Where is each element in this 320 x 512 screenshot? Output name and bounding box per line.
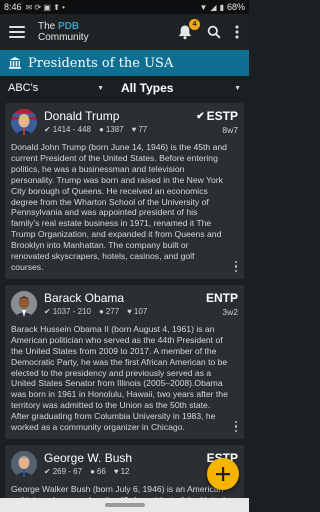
profile-card[interactable]: Donald Trump ✔ 1414 - 448 ● 1387 ♥ 77 ✔ ESTP… — [5, 103, 244, 279]
verified-check-icon: ✔ — [196, 110, 205, 122]
brand-pdb: PDB — [58, 21, 80, 32]
heart-icon: ♥ — [131, 125, 137, 134]
capitol-icon — [9, 57, 21, 69]
profile-name: Donald Trump — [44, 109, 120, 123]
enneagram-type: 8w7 — [222, 125, 238, 135]
personality-type: ESTP — [206, 109, 238, 123]
menu-icon[interactable] — [6, 21, 28, 43]
heart-icon: ♥ — [113, 466, 119, 476]
type-value: All Types — [121, 81, 174, 95]
profile-list: Donald Trump ✔ 1414 - 448 ● 1387 ♥ 77 ✔ ESTP… — [0, 103, 249, 512]
comment-count: 1387 — [105, 125, 124, 134]
profile-bio: Donald John Trump (born June 14, 1946) i… — [11, 142, 227, 272]
profile-bio: Barack Hussein Obama II (born August 4, … — [11, 323, 228, 433]
system-nav-bar — [0, 498, 249, 512]
page-title: Presidents of the USA — [28, 55, 174, 71]
comment-icon: ● — [98, 125, 104, 134]
search-icon[interactable] — [207, 25, 221, 39]
card-menu-icon[interactable] — [232, 260, 240, 273]
signal-icon: ◢ — [210, 2, 217, 12]
check-icon: ✔ — [44, 125, 51, 134]
comment-icon: ● — [98, 306, 104, 316]
comment-count: 66 — [96, 466, 106, 476]
brand-community: Community — [38, 32, 89, 43]
add-button[interactable] — [207, 458, 239, 490]
overflow-menu-icon[interactable] — [235, 25, 239, 39]
app-bar: The PDB Community 4 — [0, 14, 249, 50]
battery-percent: 68% — [226, 2, 245, 12]
notifications-button[interactable]: 4 — [177, 19, 200, 40]
notification-icons: ✉ ⟳ ▣ ⬆ • — [25, 2, 65, 12]
home-gesture-bar[interactable] — [104, 503, 145, 507]
brand-prefix: The — [38, 21, 56, 32]
vote-count: 1037 - 210 — [52, 306, 91, 316]
heart-icon: ♥ — [127, 306, 132, 316]
check-icon: ✔ — [44, 466, 51, 476]
wifi-icon: ▼ — [199, 2, 208, 12]
like-count: 12 — [120, 466, 130, 476]
personality-type: ENTP — [205, 290, 238, 305]
enneagram-type: 3w2 — [222, 306, 238, 317]
profile-card[interactable]: Barack Obama ✔ 1037 - 210 ● 277 ♥ 107 ENTP … — [5, 284, 244, 439]
vote-count: 1414 - 448 — [52, 125, 91, 134]
battery-icon: ▮ — [219, 2, 224, 12]
comment-count: 277 — [105, 306, 120, 316]
sort-dropdown[interactable]: ABC's ▼ — [8, 82, 104, 94]
app-logo: The PDB Community — [38, 21, 89, 43]
card-menu-icon[interactable] — [232, 420, 240, 433]
filter-bar: ABC's ▼ All Types ▼ — [0, 76, 249, 100]
vote-count: 269 - 67 — [52, 466, 83, 476]
status-bar: 8:46 ✉ ⟳ ▣ ⬆ • ▼ ◢ ▮ 68% — [0, 0, 249, 14]
notification-badge: 4 — [189, 19, 200, 30]
like-count: 107 — [133, 306, 148, 316]
plus-icon — [216, 467, 230, 481]
type-dropdown[interactable]: All Types ▼ — [121, 81, 241, 95]
avatar — [11, 290, 37, 317]
chevron-down-icon: ▼ — [234, 84, 241, 92]
profile-name: Barack Obama — [44, 290, 125, 305]
category-header: Presidents of the USA — [0, 50, 249, 76]
sort-value: ABC's — [8, 82, 39, 94]
avatar — [11, 450, 37, 477]
check-icon: ✔ — [44, 306, 51, 316]
status-time: 8:46 — [4, 2, 22, 12]
chevron-down-icon: ▼ — [97, 84, 104, 92]
like-count: 77 — [138, 125, 148, 134]
avatar — [11, 109, 37, 135]
comment-icon: ● — [90, 466, 95, 476]
profile-name: George W. Bush — [44, 450, 133, 465]
